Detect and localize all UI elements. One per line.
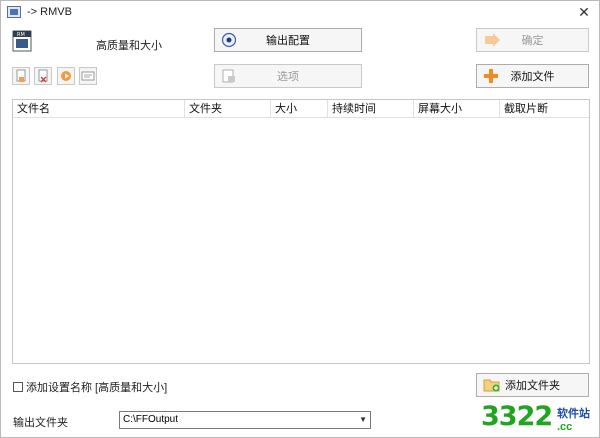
svg-text:RM: RM <box>17 32 25 38</box>
column-header-size[interactable]: 大小 <box>271 100 328 118</box>
add-setting-name-checkbox[interactable] <box>13 382 23 392</box>
confirm-label: 确定 <box>521 35 544 47</box>
watermark-text: 软件站 <box>557 408 590 420</box>
watermark-logo: 3322 软件站 .cc <box>481 399 600 438</box>
info-icon[interactable] <box>79 67 97 85</box>
options-label: 选项 <box>277 71 299 83</box>
settings-globe-icon <box>221 32 237 48</box>
arrow-right-icon <box>485 33 500 47</box>
add-setting-name-label: 添加设置名称 [高质量和大小] <box>26 382 168 394</box>
new-file-icon[interactable] <box>12 67 30 85</box>
column-header-filename[interactable]: 文件名 <box>13 100 185 118</box>
output-folder-select[interactable]: C:\FFOutput ▼ <box>119 411 371 429</box>
output-config-button[interactable]: 输出配置 <box>214 28 362 52</box>
options-icon <box>222 69 235 83</box>
play-icon[interactable] <box>57 67 75 85</box>
table-header: 文件名 文件夹 大小 持续时间 屏幕大小 截取片断 <box>13 100 589 118</box>
output-folder-value: C:\FFOutput <box>123 414 179 425</box>
add-file-label: 添加文件 <box>510 71 555 83</box>
app-icon <box>7 6 21 18</box>
watermark-number: 3322 <box>481 401 553 432</box>
video-file-icon: RM <box>12 30 32 52</box>
plus-icon <box>484 69 498 83</box>
file-list-table[interactable]: 文件名 文件夹 大小 持续时间 屏幕大小 截取片断 <box>12 99 590 364</box>
column-header-folder[interactable]: 文件夹 <box>185 100 271 118</box>
confirm-button[interactable]: 确定 <box>476 28 589 52</box>
add-setting-name-row[interactable]: 添加设置名称 [高质量和大小] <box>13 379 167 395</box>
window-title: -> RMVB <box>27 6 72 18</box>
options-button[interactable]: 选项 <box>214 64 362 88</box>
column-header-clip[interactable]: 截取片断 <box>500 100 588 118</box>
output-folder-label: 输出文件夹 <box>13 417 68 429</box>
close-icon[interactable]: ✕ <box>569 1 599 23</box>
watermark-domain: .cc <box>557 421 573 433</box>
add-folder-button[interactable]: 添加文件夹 <box>476 373 589 397</box>
add-file-button[interactable]: 添加文件 <box>476 64 589 88</box>
column-header-duration[interactable]: 持续时间 <box>328 100 414 118</box>
add-folder-label: 添加文件夹 <box>505 380 560 392</box>
folder-add-icon <box>483 379 500 392</box>
title-bar: -> RMVB ✕ <box>1 1 599 25</box>
chevron-down-icon: ▼ <box>359 415 367 424</box>
preset-label: 高质量和大小 <box>96 40 162 52</box>
output-config-label: 输出配置 <box>266 35 310 47</box>
column-header-screen-size[interactable]: 屏幕大小 <box>414 100 500 118</box>
app-window: -> RMVB ✕ RM 高质量和大小 输出配置 确定 选项 添加文件 文件名 … <box>0 0 600 438</box>
remove-file-icon[interactable] <box>34 67 52 85</box>
